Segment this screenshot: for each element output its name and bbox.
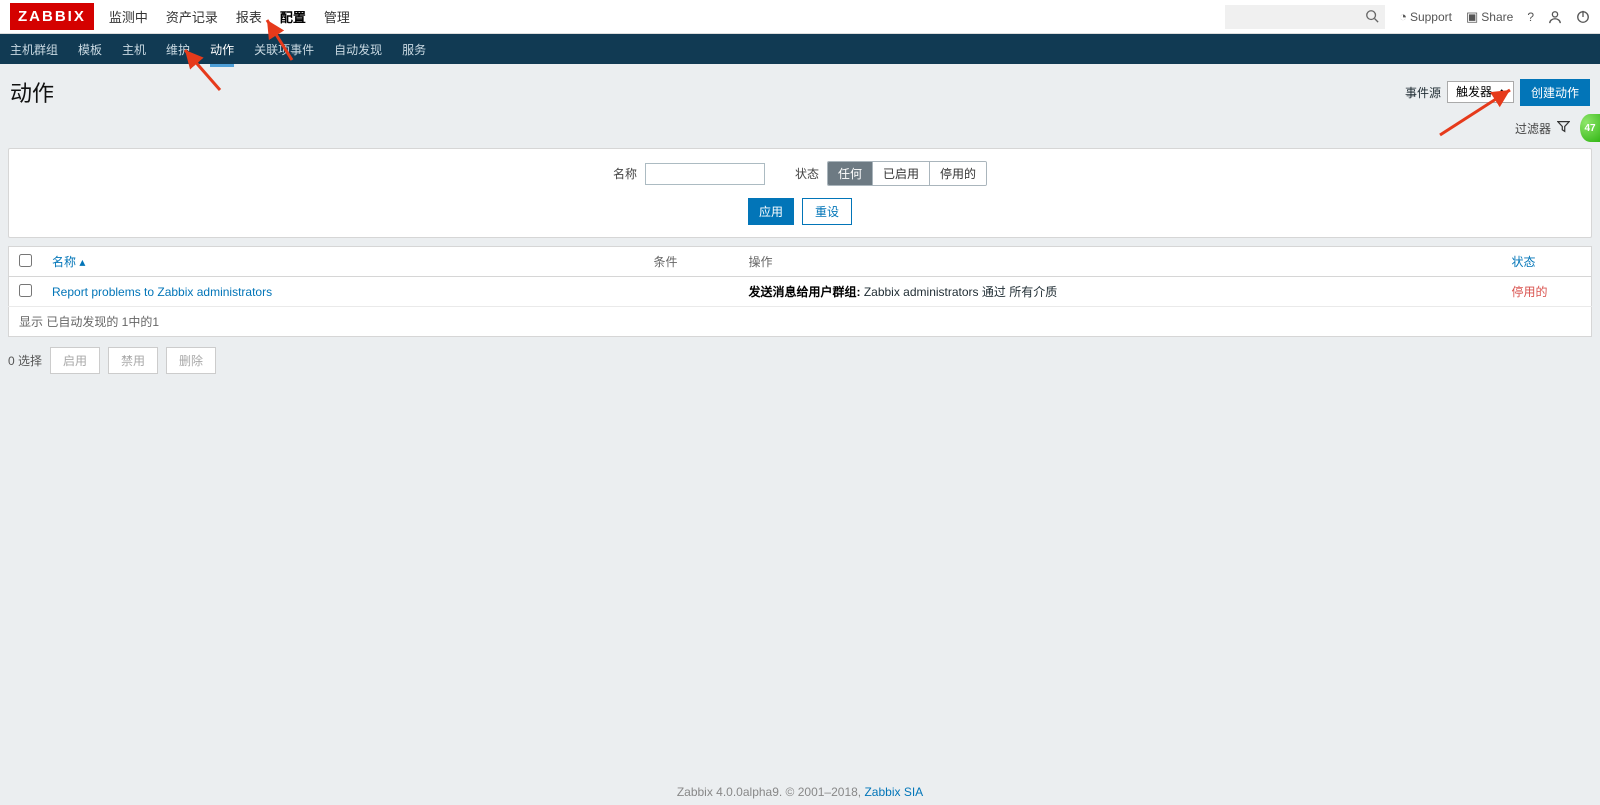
filter-status-segment: 任何 已启用 停用的 <box>827 161 987 186</box>
sort-asc-icon: ▴ <box>79 255 85 269</box>
subnav-maintenance[interactable]: 维护 <box>166 33 190 66</box>
row-operation: 发送消息给用户群组: Zabbix administrators 通过 所有介质 <box>739 277 1502 307</box>
filter-name-label: 名称 <box>613 165 637 182</box>
z-share-icon: ▣ <box>1466 9 1478 25</box>
apply-button[interactable]: 应用 <box>748 198 794 225</box>
nav-monitoring[interactable]: 监测中 <box>109 7 148 26</box>
status-disabled[interactable]: 停用的 <box>929 162 986 185</box>
subnav-actions[interactable]: 动作 <box>210 33 234 66</box>
col-header-name[interactable]: 名称 ▴ <box>42 247 644 277</box>
nav-inventory[interactable]: 资产记录 <box>166 7 218 26</box>
row-status-link[interactable]: 停用的 <box>1512 285 1548 299</box>
status-enabled[interactable]: 已启用 <box>872 162 929 185</box>
footer-link[interactable]: Zabbix SIA <box>864 785 923 799</box>
actions-table: 名称 ▴ 条件 操作 状态 Report problems to Zabbix … <box>8 246 1592 337</box>
action-name-link[interactable]: Report problems to Zabbix administrators <box>52 285 272 299</box>
col-header-condition: 条件 <box>644 247 739 277</box>
logo[interactable]: ZABBIX <box>10 3 94 30</box>
subnav-hostgroups[interactable]: 主机群组 <box>10 33 58 66</box>
nav-administration[interactable]: 管理 <box>324 7 350 26</box>
power-icon[interactable] <box>1576 10 1590 24</box>
filter-icon[interactable] <box>1557 120 1570 136</box>
row-condition <box>644 277 739 307</box>
page-title: 动作 <box>10 76 54 108</box>
page-footer: Zabbix 4.0.0alpha9. © 2001–2018, Zabbix … <box>0 785 1600 799</box>
support-link[interactable]: ◔Support <box>1399 9 1452 24</box>
event-source-label: 事件源 <box>1405 84 1441 101</box>
filter-panel: 名称 状态 任何 已启用 停用的 应用 重设 <box>8 148 1592 238</box>
page-header: 动作 事件源 触发器 创建动作 <box>0 64 1600 114</box>
filter-status-label: 状态 <box>795 165 819 182</box>
nav-configuration[interactable]: 配置 <box>280 7 306 26</box>
row-checkbox[interactable] <box>19 284 32 297</box>
filter-toggle-row: 过滤器 47 <box>0 114 1600 148</box>
bulk-disable-button[interactable]: 禁用 <box>108 347 158 374</box>
table-row: Report problems to Zabbix administrators… <box>9 277 1592 307</box>
col-header-operation: 操作 <box>739 247 1502 277</box>
bulk-actions-row: 0 选择 启用 禁用 删除 <box>0 337 1600 384</box>
search-wrap <box>1225 5 1385 29</box>
create-action-button[interactable]: 创建动作 <box>1520 79 1590 106</box>
col-header-status[interactable]: 状态 <box>1502 247 1592 277</box>
problem-count-badge[interactable]: 47 <box>1580 114 1600 142</box>
nav-reports[interactable]: 报表 <box>236 7 262 26</box>
table-footer-text: 显示 已自动发现的 1中的1 <box>9 307 1592 337</box>
reset-button[interactable]: 重设 <box>802 198 852 225</box>
bulk-delete-button[interactable]: 删除 <box>166 347 216 374</box>
sub-nav: 主机群组 模板 主机 维护 动作 关联项事件 自动发现 服务 <box>0 34 1600 64</box>
top-nav: ZABBIX 监测中 资产记录 报表 配置 管理 ◔Support ▣Share… <box>0 0 1600 34</box>
user-icon[interactable] <box>1548 10 1562 24</box>
help-icon[interactable]: ? <box>1527 10 1534 24</box>
filter-name-input[interactable] <box>645 163 765 185</box>
bulk-enable-button[interactable]: 启用 <box>50 347 100 374</box>
subnav-services[interactable]: 服务 <box>402 33 426 66</box>
select-all-checkbox[interactable] <box>19 254 32 267</box>
headset-icon: ◔ <box>1399 9 1407 24</box>
event-source-select[interactable]: 触发器 <box>1447 81 1514 103</box>
subnav-hosts[interactable]: 主机 <box>122 33 146 66</box>
selected-count: 0 选择 <box>8 352 42 369</box>
status-any[interactable]: 任何 <box>828 162 872 185</box>
search-input[interactable] <box>1225 5 1385 29</box>
subnav-correlation[interactable]: 关联项事件 <box>254 33 314 66</box>
subnav-templates[interactable]: 模板 <box>78 33 102 66</box>
share-link[interactable]: ▣Share <box>1466 9 1513 25</box>
filter-toggle-label[interactable]: 过滤器 <box>1515 120 1551 137</box>
subnav-discovery[interactable]: 自动发现 <box>334 33 382 66</box>
search-icon[interactable] <box>1365 9 1379 26</box>
